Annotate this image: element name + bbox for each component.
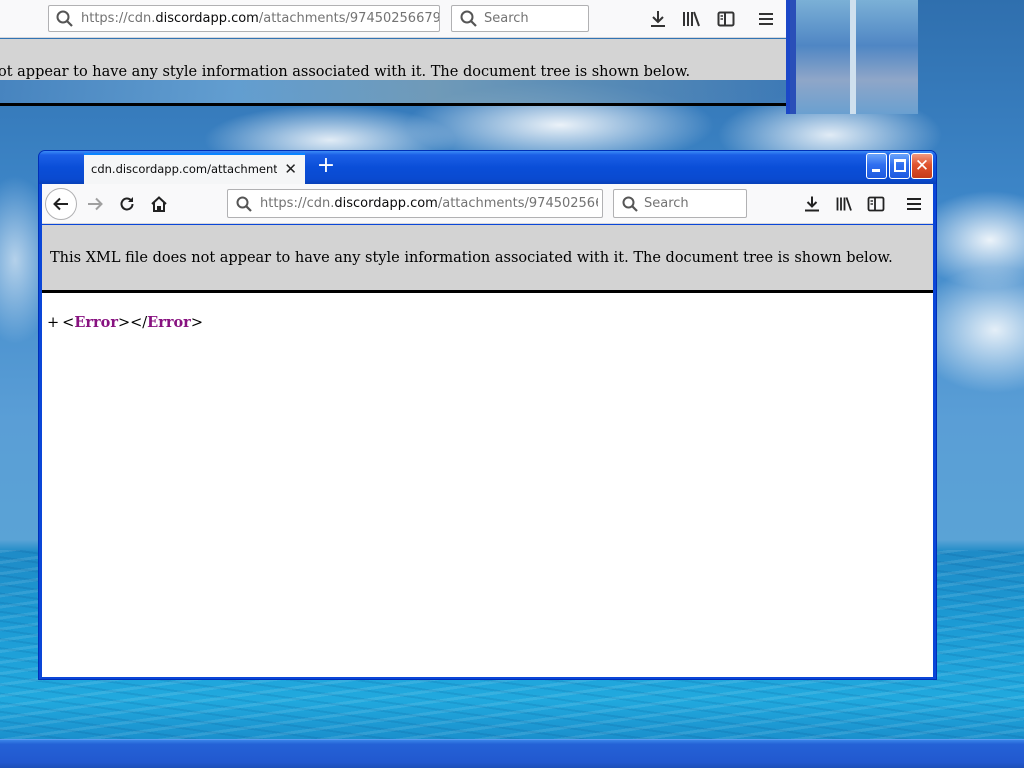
reload-button[interactable] (111, 188, 143, 220)
redraw-artifact (790, 0, 918, 114)
sidebar-button[interactable] (864, 192, 888, 216)
background-search-bar[interactable]: Search (451, 5, 589, 32)
maximize-icon (894, 159, 906, 172)
back-button[interactable] (45, 188, 77, 220)
maximize-button[interactable] (889, 153, 910, 179)
address-bar[interactable]: https://cdn.discordapp.com/attachments/9… (227, 189, 603, 218)
search-icon (56, 10, 73, 27)
search-bar[interactable]: Search (613, 189, 747, 218)
minimize-icon (872, 169, 880, 172)
downloads-button[interactable] (800, 192, 824, 216)
xml-style-notice-text: This XML file does not appear to have an… (50, 250, 893, 266)
background-toolbar: https://cdn.discordapp.com/attachments/9… (0, 0, 788, 38)
back-arrow-icon (53, 197, 68, 211)
address-text[interactable]: https://cdn.discordapp.com/attachments/9… (260, 190, 598, 217)
xml-tag-middle: ></ (117, 315, 148, 331)
background-divider (0, 103, 788, 106)
sidebar-icon (867, 196, 885, 212)
search-icon (236, 196, 252, 212)
hamburger-menu-icon (907, 198, 921, 210)
minimize-button[interactable] (866, 153, 887, 179)
title-bar[interactable]: cdn.discordapp.com/attachments/97450 ✕ +… (39, 151, 936, 184)
background-url-scheme: https://cdn. (81, 11, 156, 26)
forward-arrow-icon (88, 197, 103, 211)
new-tab-button[interactable]: + (313, 153, 339, 181)
xml-style-notice: This XML file does not appear to have an… (42, 225, 933, 293)
sidebar-icon[interactable] (716, 9, 736, 29)
close-tab-icon[interactable]: ✕ (284, 155, 297, 183)
background-xml-notice: ot appear to have any style information … (0, 39, 788, 80)
library-button[interactable] (832, 192, 856, 216)
background-address-bar[interactable]: https://cdn.discordapp.com/attachments/9… (48, 5, 440, 32)
background-url-host: discordapp.com (155, 11, 259, 26)
library-icon (836, 197, 852, 211)
url-host: discordapp.com (334, 196, 438, 211)
background-url-path: /attachments/97450256679896 (258, 11, 439, 26)
search-icon (460, 10, 477, 27)
library-icon[interactable] (681, 9, 701, 29)
close-icon: ✕ (914, 156, 930, 176)
close-window-button[interactable]: ✕ (911, 153, 933, 179)
forward-button[interactable] (79, 188, 111, 220)
xml-node-expander[interactable]: + (47, 315, 59, 331)
url-scheme: https://cdn. (260, 196, 335, 211)
downloads-icon[interactable] (648, 9, 668, 29)
search-placeholder: Search (644, 196, 689, 211)
navigation-toolbar: https://cdn.discordapp.com/attachments/9… (42, 184, 933, 224)
xml-open-bracket: < (62, 315, 75, 331)
home-icon (151, 196, 167, 212)
xml-open-tag: Error (74, 314, 118, 331)
background-browser-window: https://cdn.discordapp.com/attachments/9… (0, 0, 788, 106)
xml-close-tag: Error (147, 314, 191, 331)
tab-title: cdn.discordapp.com/attachments/97450 (91, 162, 277, 176)
browser-window: cdn.discordapp.com/attachments/97450 ✕ +… (38, 150, 937, 680)
background-redraw-artifact (0, 80, 788, 103)
taskbar[interactable] (0, 739, 1024, 768)
page-content: This XML file does not appear to have an… (42, 225, 933, 677)
url-path: /attachments/97450256679896 (437, 196, 598, 211)
xml-document-tree: + <Error></Error> (47, 314, 203, 331)
background-xml-notice-text: ot appear to have any style information … (0, 64, 691, 80)
search-icon (622, 196, 638, 212)
menu-icon[interactable] (756, 9, 776, 29)
menu-button[interactable] (902, 192, 926, 216)
tab-active[interactable]: cdn.discordapp.com/attachments/97450 ✕ (84, 153, 305, 184)
background-search-placeholder: Search (484, 11, 529, 26)
downloads-icon (805, 196, 819, 212)
xml-end-bracket: > (190, 315, 203, 331)
home-button[interactable] (143, 188, 175, 220)
reload-icon (120, 197, 134, 211)
